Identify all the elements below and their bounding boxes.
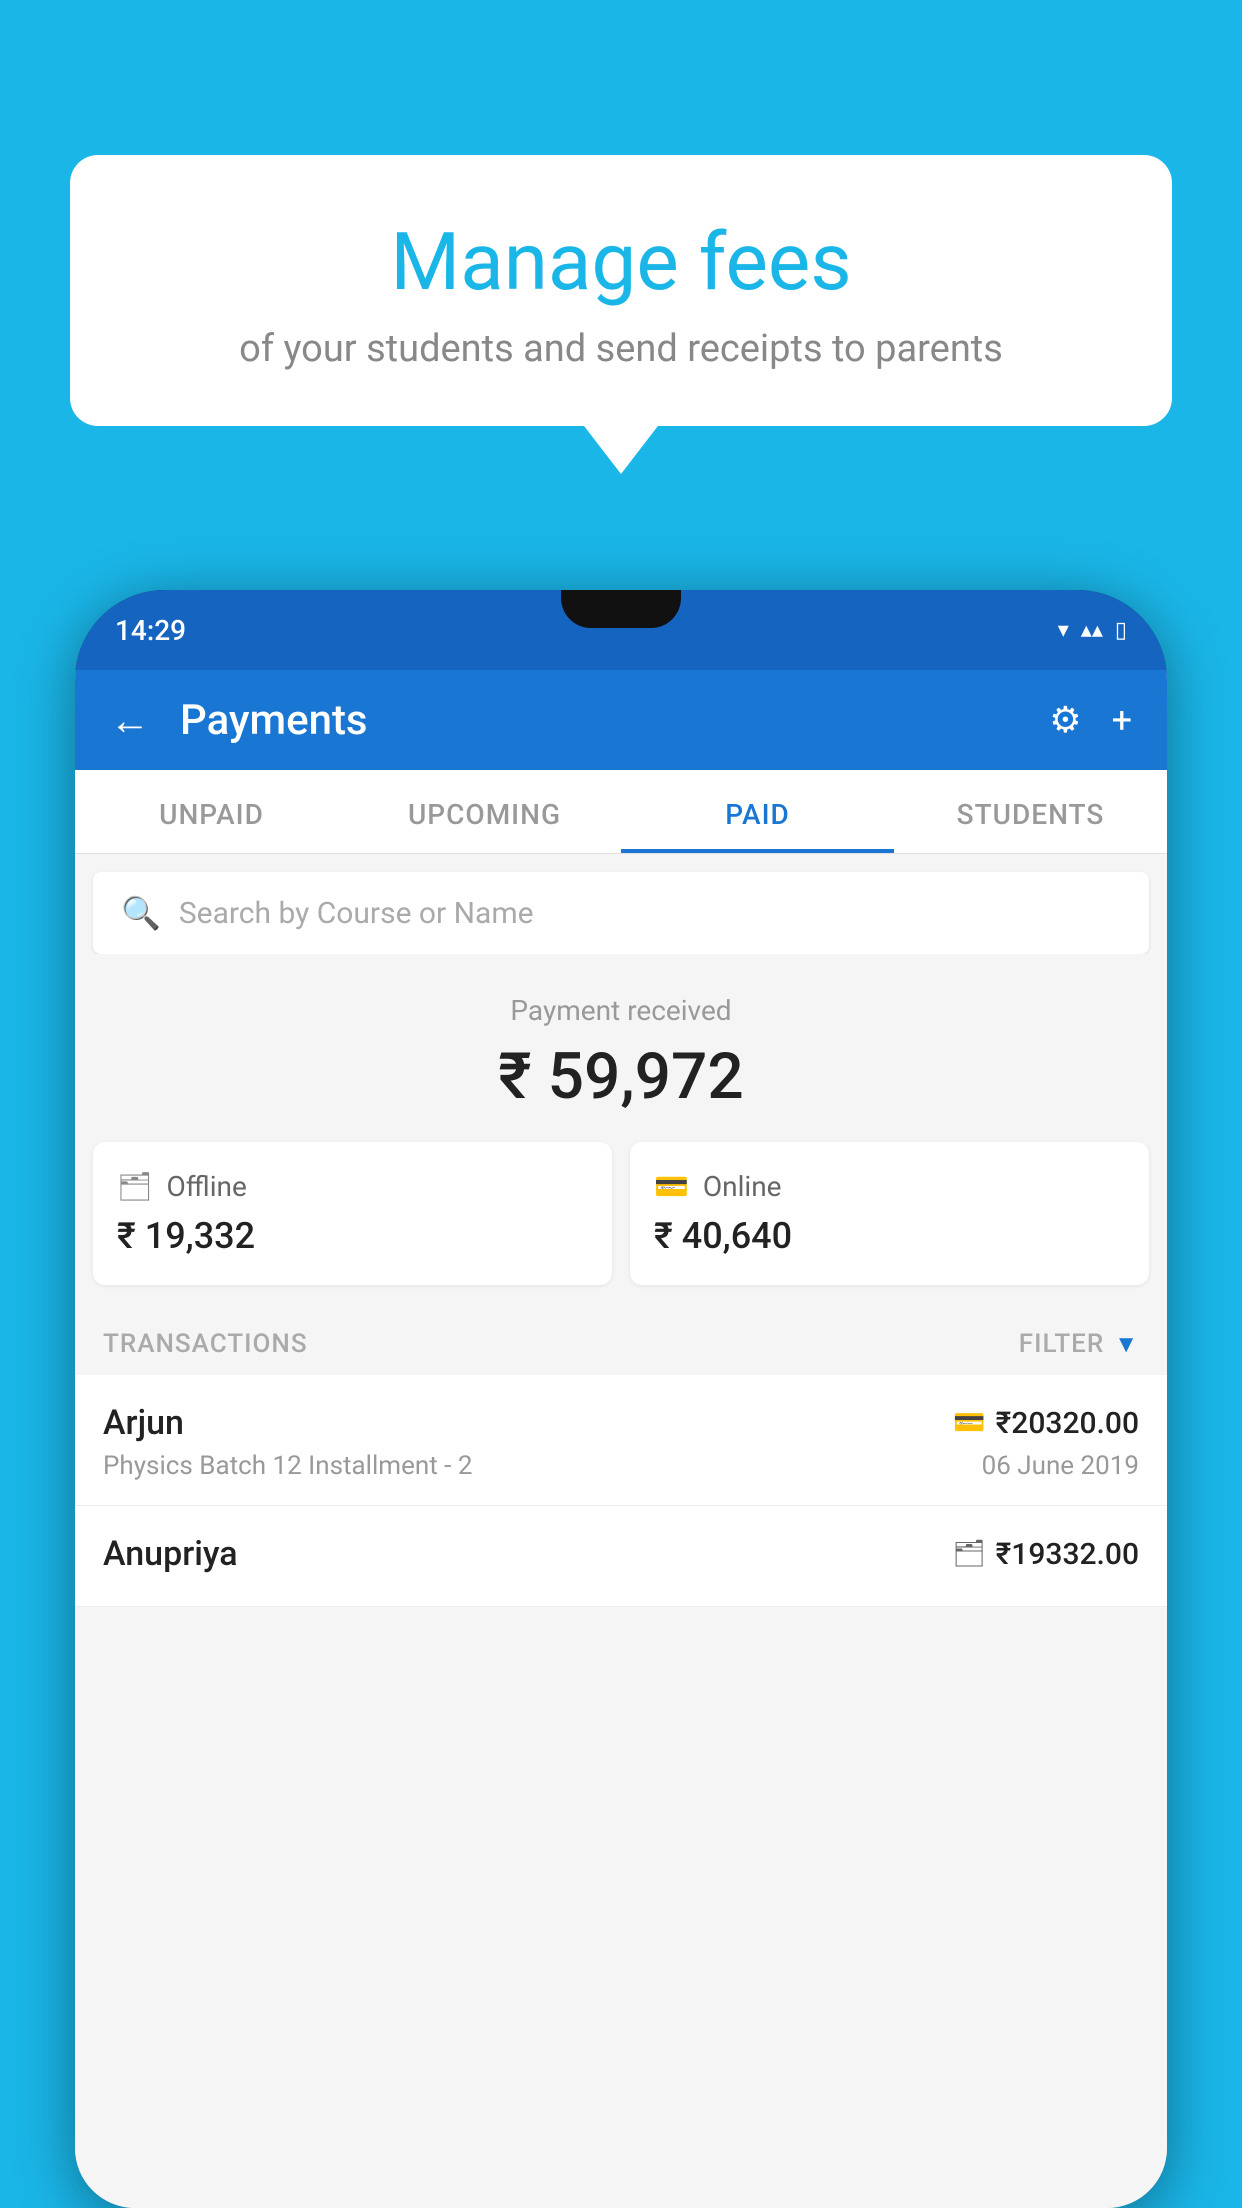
date-info: 06 June 2019 (982, 1451, 1139, 1481)
online-card: 💳 Online ₹ 40,640 (630, 1142, 1149, 1285)
transaction-amount: ₹20320.00 (996, 1406, 1139, 1441)
wifi-icon: ▾ (1058, 618, 1069, 643)
amount-row-2: 🗂 ₹19332.00 (953, 1537, 1139, 1572)
filter-label: FILTER (1019, 1329, 1104, 1359)
status-icons: ▾ ▴▴ ▯ (1058, 618, 1127, 643)
transaction-row1-2: Anupriya 🗂 ₹19332.00 (103, 1534, 1139, 1574)
online-card-icon: 💳 (654, 1170, 689, 1203)
bubble-subtitle: of your students and send receipts to pa… (120, 327, 1122, 371)
speech-bubble: Manage fees of your students and send re… (70, 155, 1172, 426)
phone-notch (561, 590, 681, 628)
amount-row: 💳 ₹20320.00 (953, 1406, 1139, 1441)
offline-card-icon: 🗂 (117, 1170, 153, 1203)
online-card-header: 💳 Online (654, 1170, 1125, 1203)
online-card-type: Online (703, 1170, 782, 1203)
course-info: Physics Batch 12 Installment - 2 (103, 1451, 472, 1481)
payment-received-section: Payment received ₹ 59,972 (75, 954, 1167, 1142)
offline-card: 🗂 Offline ₹ 19,332 (93, 1142, 612, 1285)
search-icon: 🔍 (121, 894, 161, 932)
status-bar: 14:29 ▾ ▴▴ ▯ (75, 590, 1167, 670)
back-button[interactable]: ← (110, 697, 150, 744)
page-title: Payments (180, 696, 1019, 745)
settings-icon[interactable]: ⚙ (1049, 699, 1081, 741)
transaction-row2: Physics Batch 12 Installment - 2 06 June… (103, 1451, 1139, 1481)
transaction-amount-2: ₹19332.00 (996, 1537, 1139, 1572)
status-time: 14:29 (115, 614, 186, 647)
bubble-title: Manage fees (120, 215, 1122, 309)
tabs-bar: UNPAID UPCOMING PAID STUDENTS (75, 770, 1167, 854)
battery-icon: ▯ (1115, 618, 1127, 643)
add-icon[interactable]: + (1112, 699, 1132, 741)
header-icons: ⚙ + (1049, 699, 1132, 741)
student-name-2: Anupriya (103, 1534, 238, 1574)
tab-unpaid[interactable]: UNPAID (75, 770, 348, 853)
transaction-item-arjun[interactable]: Arjun 💳 ₹20320.00 Physics Batch 12 Insta… (75, 1375, 1167, 1506)
screen-content: 🔍 Search by Course or Name Payment recei… (75, 854, 1167, 2208)
filter-button[interactable]: FILTER ▼ (1019, 1329, 1139, 1359)
payment-cards: 🗂 Offline ₹ 19,332 💳 Online ₹ 40,640 (75, 1142, 1167, 1309)
filter-icon: ▼ (1114, 1330, 1139, 1359)
transaction-row1: Arjun 💳 ₹20320.00 (103, 1403, 1139, 1443)
signal-icon: ▴▴ (1081, 618, 1103, 643)
online-card-amount: ₹ 40,640 (654, 1215, 1125, 1257)
offline-card-header: 🗂 Offline (117, 1170, 588, 1203)
transaction-item-anupriya[interactable]: Anupriya 🗂 ₹19332.00 (75, 1506, 1167, 1607)
search-placeholder: Search by Course or Name (179, 896, 534, 931)
search-bar[interactable]: 🔍 Search by Course or Name (93, 872, 1149, 954)
transactions-label: TRANSACTIONS (103, 1329, 308, 1359)
transactions-header: TRANSACTIONS FILTER ▼ (75, 1309, 1167, 1375)
app-header: ← Payments ⚙ + (75, 670, 1167, 770)
tab-paid[interactable]: PAID (621, 770, 894, 853)
payment-received-amount: ₹ 59,972 (95, 1039, 1147, 1114)
student-name: Arjun (103, 1403, 184, 1443)
tab-upcoming[interactable]: UPCOMING (348, 770, 621, 853)
payment-received-label: Payment received (95, 994, 1147, 1027)
phone-screen: ← Payments ⚙ + UNPAID UPCOMING PAID STUD… (75, 670, 1167, 2208)
offline-card-amount: ₹ 19,332 (117, 1215, 588, 1257)
offline-payment-icon: 🗂 (953, 1539, 986, 1569)
tab-students[interactable]: STUDENTS (894, 770, 1167, 853)
offline-card-type: Offline (167, 1170, 247, 1203)
online-payment-icon: 💳 (953, 1408, 985, 1438)
phone-frame: 14:29 ▾ ▴▴ ▯ ← Payments ⚙ + UNPAID UPCOM… (75, 590, 1167, 2208)
